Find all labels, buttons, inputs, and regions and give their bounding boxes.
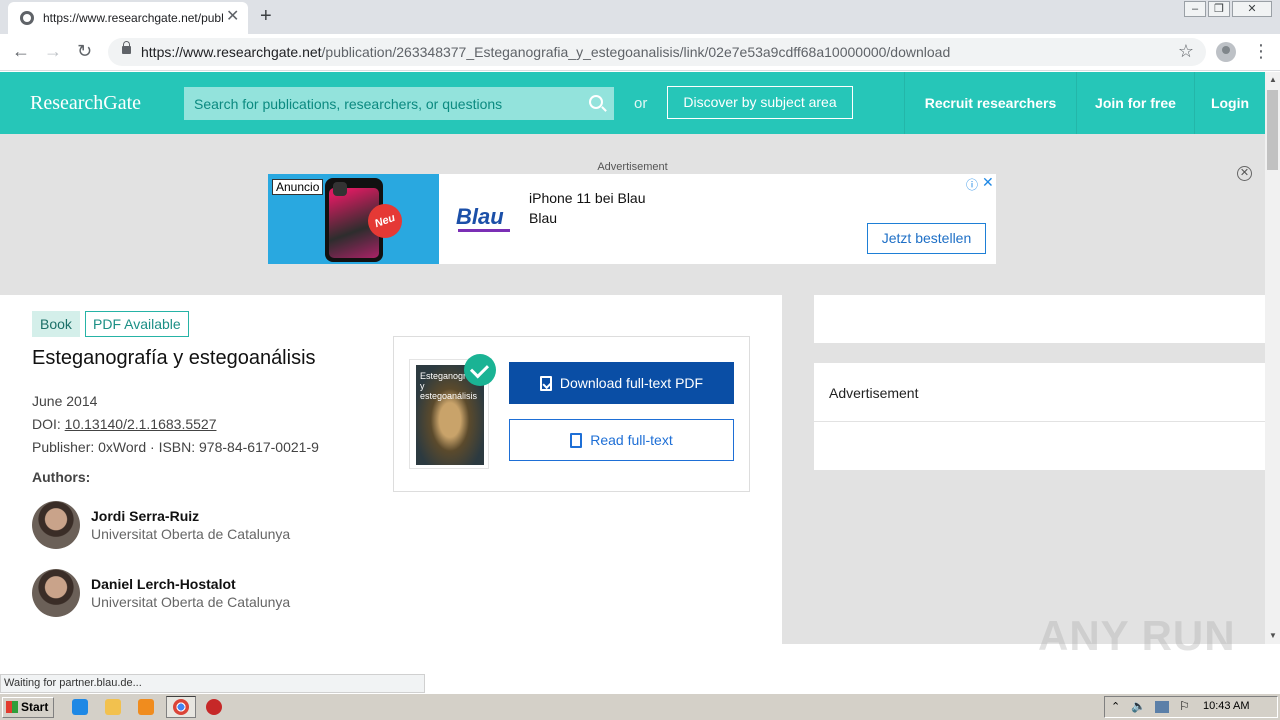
- ad-subtitle: Blau: [529, 210, 558, 226]
- read-full-text-button[interactable]: Read full-text: [509, 419, 734, 461]
- address-bar[interactable]: https://www.researchgate.net/publication…: [108, 38, 1206, 66]
- doi-label: DOI:: [32, 416, 65, 432]
- ad-cta-button[interactable]: Jetzt bestellen: [867, 223, 986, 254]
- publication-title: Esteganografía y estegoanálisis: [32, 347, 316, 369]
- status-text: Waiting for partner.blau.de...: [0, 674, 425, 693]
- browser-toolbar: ← → ↻ https://www.researchgate.net/publi…: [0, 34, 1280, 71]
- forward-icon[interactable]: →: [44, 41, 62, 61]
- taskbar: Start ⌃ 🔈 ⚐ 10:43 AM: [0, 693, 1280, 720]
- sidebar-card: [814, 295, 1265, 343]
- start-button[interactable]: Start: [2, 697, 54, 718]
- doi-link[interactable]: 10.13140/2.1.1683.5527: [65, 416, 217, 432]
- doi-line: DOI: 10.13140/2.1.1683.5527: [32, 416, 216, 432]
- blau-logo-underline: [458, 229, 510, 232]
- window-close-button[interactable]: ✕: [1232, 1, 1272, 17]
- ad-close-icon[interactable]: ✕: [1237, 166, 1252, 181]
- ad-title[interactable]: iPhone 11 bei Blau: [529, 190, 646, 206]
- search-icon[interactable]: [589, 95, 603, 109]
- pdf-available-tag: PDF Available: [85, 311, 189, 337]
- system-tray: ⌃ 🔈 ⚐ 10:43 AM: [1104, 696, 1278, 718]
- browser-menu-icon[interactable]: ⋮: [1252, 41, 1270, 61]
- search-input[interactable]: [184, 87, 614, 120]
- restore-button[interactable]: ❐: [1208, 1, 1230, 17]
- globe-icon: [20, 11, 34, 25]
- ad-dismiss-icon[interactable]: ✕: [982, 174, 994, 191]
- ad-badge: Anuncio: [272, 179, 324, 195]
- scroll-down-icon[interactable]: ▼: [1269, 631, 1277, 640]
- author-name[interactable]: Daniel Lerch-Hostalot: [91, 576, 236, 592]
- download-pdf-button[interactable]: Download full-text PDF: [509, 362, 734, 404]
- download-panel: Esteganografía y estegoanálisis Download…: [393, 336, 750, 492]
- new-tab-button[interactable]: +: [260, 5, 272, 27]
- page-scrollbar[interactable]: ▲ ▼: [1265, 72, 1280, 644]
- read-label: Read full-text: [590, 432, 673, 448]
- author-name[interactable]: Jordi Serra-Ruiz: [91, 508, 199, 524]
- chrome-taskbar-button[interactable]: [166, 696, 196, 718]
- profile-avatar-icon[interactable]: [1216, 42, 1236, 62]
- chrome-icon: [173, 699, 189, 715]
- minimize-button[interactable]: –: [1184, 1, 1206, 17]
- researchgate-logo[interactable]: ResearchGate: [30, 92, 141, 115]
- download-icon: [539, 376, 552, 391]
- browser-tab-bar: https://www.researchgate.net/publi ✕ + –…: [0, 0, 1280, 34]
- media-player-icon[interactable]: [138, 699, 154, 715]
- tray-expand-icon[interactable]: ⌃: [1111, 700, 1120, 713]
- author-affiliation[interactable]: Universitat Oberta de Catalunya: [91, 594, 290, 610]
- browser-tab[interactable]: https://www.researchgate.net/publi ✕: [8, 2, 248, 34]
- discover-subject-button[interactable]: Discover by subject area: [667, 86, 853, 119]
- folder-icon[interactable]: [105, 699, 121, 715]
- ad-banner[interactable]: Anuncio Neu Blau iPhone 11 bei Blau Blau…: [268, 174, 996, 264]
- join-for-free-link[interactable]: Join for free: [1076, 72, 1194, 134]
- or-label: or: [634, 95, 648, 112]
- clock[interactable]: 10:43 AM: [1203, 700, 1249, 712]
- tab-title: https://www.researchgate.net/publi: [43, 11, 223, 25]
- scroll-up-icon[interactable]: ▲: [1269, 75, 1277, 84]
- login-link[interactable]: Login: [1194, 72, 1265, 134]
- author-avatar[interactable]: [32, 569, 80, 617]
- book-tag: Book: [32, 311, 80, 337]
- back-icon[interactable]: ←: [12, 41, 30, 61]
- sidebar-ad-card: Advertisement: [814, 363, 1265, 470]
- flag-icon[interactable]: ⚐: [1179, 699, 1190, 713]
- site-header: ResearchGate or Discover by subject area…: [0, 72, 1265, 134]
- tab-close-icon[interactable]: ✕: [226, 9, 239, 25]
- document-icon: [570, 433, 583, 448]
- download-label: Download full-text PDF: [559, 375, 704, 391]
- sidebar-ad-label: Advertisement: [829, 385, 919, 401]
- scroll-thumb[interactable]: [1267, 90, 1278, 170]
- bookmark-star-icon[interactable]: ☆: [1178, 41, 1194, 62]
- advertisement-label: Advertisement: [597, 161, 668, 173]
- publication-card: Book PDF Available Esteganografía y este…: [0, 295, 782, 644]
- publisher-line: Publisher: 0xWord · ISBN: 978-84-617-002…: [32, 439, 319, 455]
- author-affiliation[interactable]: Universitat Oberta de Catalunya: [91, 526, 290, 542]
- checkmark-icon: [464, 354, 496, 386]
- author-avatar[interactable]: [32, 501, 80, 549]
- reload-icon[interactable]: ↻: [77, 41, 92, 61]
- divider: [814, 421, 1265, 422]
- url-text: https://www.researchgate.net/publication…: [141, 44, 951, 60]
- blau-logo: Blau: [456, 204, 504, 229]
- ad-image[interactable]: Anuncio Neu: [268, 174, 439, 264]
- volume-icon[interactable]: 🔈: [1131, 699, 1146, 713]
- lock-icon: [122, 41, 131, 54]
- network-icon[interactable]: [1155, 701, 1169, 713]
- authors-label: Authors:: [32, 469, 91, 485]
- publication-date: June 2014: [32, 393, 98, 409]
- ad-info-icon[interactable]: ⓘ: [966, 176, 978, 193]
- stop-icon[interactable]: [206, 699, 222, 715]
- anyrun-watermark: ANY RUN: [1038, 612, 1236, 659]
- recruit-researchers-link[interactable]: Recruit researchers: [904, 72, 1076, 134]
- internet-explorer-icon[interactable]: [72, 699, 88, 715]
